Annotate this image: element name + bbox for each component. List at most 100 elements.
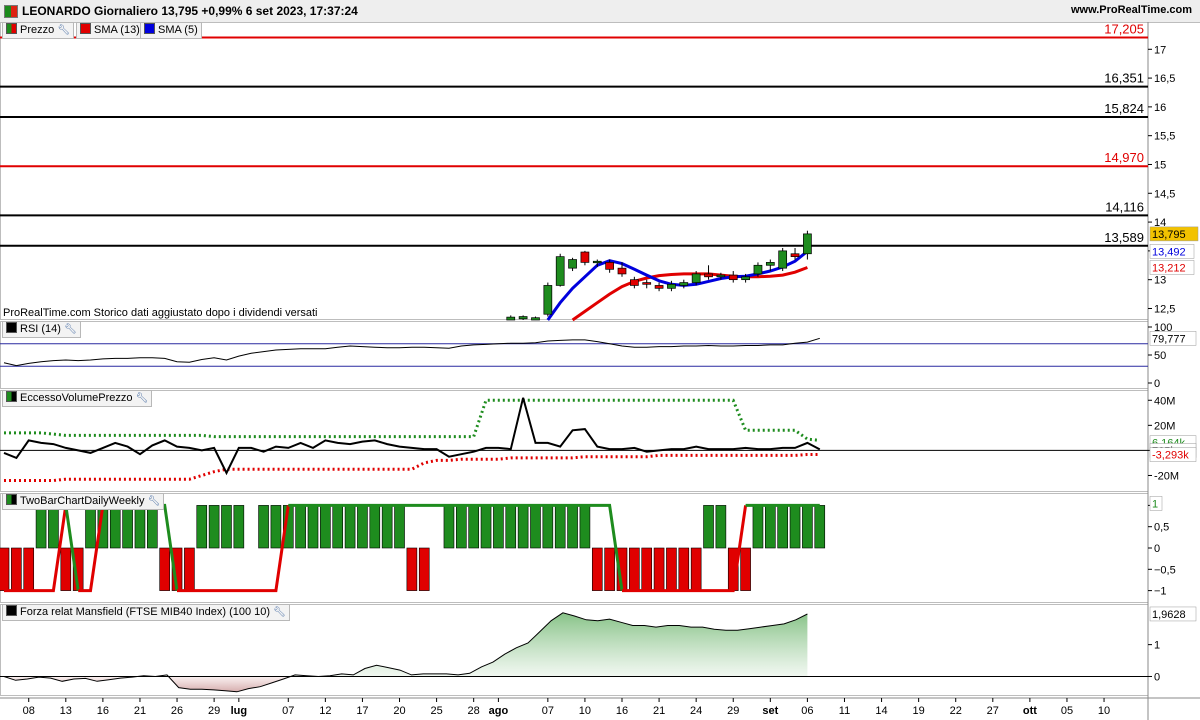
twobar-daily-bar xyxy=(480,505,492,549)
price-tick-label: 12,5 xyxy=(1154,303,1175,315)
sma-last-value: 13,492 xyxy=(1152,246,1186,258)
sma13-swatch-icon xyxy=(80,23,91,34)
twobar-daily-bar xyxy=(443,505,455,549)
volume-tick-label: 40M xyxy=(1154,395,1175,407)
candle-body xyxy=(630,279,639,286)
twobar-daily-bar xyxy=(147,505,158,549)
twobar-daily-bar xyxy=(579,505,591,549)
volume-tick-label: 20M xyxy=(1154,420,1175,432)
twobar-daily-bar xyxy=(468,505,479,549)
time-tick-label: 28 xyxy=(468,705,480,717)
twobar-daily-bar xyxy=(740,547,751,591)
legend-volume-excess[interactable]: EccessoVolumePrezzo 🔧︎ xyxy=(2,390,153,407)
candle-body xyxy=(728,274,738,281)
time-tick-label: 14 xyxy=(875,705,887,717)
twobar-daily-bar xyxy=(320,505,331,549)
candle-body xyxy=(765,262,775,266)
sma5-swatch-icon xyxy=(144,23,155,34)
twobar-daily-bar xyxy=(703,505,714,549)
price-tick-label: 13 xyxy=(1154,275,1166,287)
wrench-icon[interactable]: 🔧︎ xyxy=(64,322,77,337)
candle-body xyxy=(716,274,726,278)
wrench-icon[interactable]: 🔧︎ xyxy=(148,494,161,509)
candle-body xyxy=(592,260,602,264)
twobar-daily-bar xyxy=(159,547,170,591)
twobar-daily-bar xyxy=(666,547,677,591)
sma13-line xyxy=(571,266,808,322)
twobar-daily-bar xyxy=(258,505,269,549)
time-tick-label: 27 xyxy=(987,705,999,717)
candle-body xyxy=(605,262,614,270)
twobar-daily-bar xyxy=(604,547,615,591)
site-link[interactable]: www.ProRealTime.com xyxy=(1071,4,1192,16)
level-label: 16,351 xyxy=(1104,71,1144,86)
time-tick-label: 24 xyxy=(690,705,702,717)
twobar-daily-bar xyxy=(567,505,578,549)
twobar-daily-bar xyxy=(60,547,72,591)
candle-body xyxy=(741,276,750,281)
twobar-daily-bar xyxy=(406,547,418,591)
rsi-tick-label: 0 xyxy=(1154,378,1160,390)
wrench-icon[interactable]: 🔧︎ xyxy=(57,23,70,38)
twobar-daily-bar xyxy=(23,547,35,591)
time-tick-label: 07 xyxy=(542,705,554,717)
panel-frame-price xyxy=(0,22,1149,320)
price-swatch-icon xyxy=(6,23,17,34)
legend-price[interactable]: Prezzo 🔧︎ xyxy=(2,22,74,39)
candle-body xyxy=(617,267,627,275)
candle-body xyxy=(667,283,676,289)
twobar-tick-label: −0,5 xyxy=(1154,564,1176,576)
legend-sma13[interactable]: SMA (13) xyxy=(76,22,144,39)
twobar-daily-bar xyxy=(777,505,788,549)
twobar-daily-bar xyxy=(554,505,566,549)
volume-swatch-icon xyxy=(6,391,17,402)
panel-frame-vol xyxy=(0,390,1149,492)
time-tick-label: ott xyxy=(1023,705,1037,717)
twobar-daily-bar xyxy=(493,505,504,549)
rsi-last-value: 79,777 xyxy=(1152,333,1186,345)
time-tick-label: ago xyxy=(489,705,509,717)
time-tick-label: 10 xyxy=(1098,705,1110,717)
time-tick-label: 10 xyxy=(579,705,591,717)
twobar-daily-bar xyxy=(653,547,665,591)
legend-twobar[interactable]: TwoBarChartDailyWeekly 🔧︎ xyxy=(2,493,165,510)
mansfield-tick-label: 0 xyxy=(1154,671,1160,683)
last-price: 13,795 xyxy=(1152,229,1186,241)
twobar-daily-bar xyxy=(765,505,776,549)
legend-sma5-label: SMA (5) xyxy=(158,24,198,36)
candle-body xyxy=(555,256,565,286)
legend-mansfield-label: Forza relat Mansfield (FTSE MIB40 Index)… xyxy=(20,606,271,618)
time-tick-label: 29 xyxy=(208,705,220,717)
candle-body xyxy=(642,282,652,285)
price-tick-label: 17 xyxy=(1154,44,1166,56)
legend-mansfield[interactable]: Forza relat Mansfield (FTSE MIB40 Index)… xyxy=(2,604,290,621)
legend-volume-label: EccessoVolumePrezzo xyxy=(20,392,133,404)
twobar-daily-bar xyxy=(85,505,96,549)
instrument-icon xyxy=(4,5,18,18)
twobar-daily-bar xyxy=(629,547,640,591)
wrench-icon[interactable]: 🔧︎ xyxy=(273,605,286,620)
legend-rsi[interactable]: RSI (14) 🔧︎ xyxy=(2,321,81,338)
twobar-daily-bar xyxy=(505,505,517,549)
twobar-daily-bar xyxy=(456,505,467,549)
volume-lower-band xyxy=(4,453,820,482)
level-label: 17,205 xyxy=(1104,22,1144,36)
wrench-icon[interactable]: 🔧︎ xyxy=(136,391,149,406)
twobar-daily-bar xyxy=(270,505,282,549)
mansfield-positive-area xyxy=(4,612,808,677)
twobar-daily-bar xyxy=(0,547,10,591)
candle-body xyxy=(506,316,516,321)
legend-sma5[interactable]: SMA (5) xyxy=(140,22,202,39)
time-tick-label: 19 xyxy=(913,705,925,717)
twobar-daily-bar xyxy=(690,547,702,591)
twobar-daily-bar xyxy=(381,505,393,549)
candle-body xyxy=(691,273,701,283)
twobar-daily-bar xyxy=(542,505,554,549)
price-tick-label: 15 xyxy=(1154,159,1166,171)
time-tick-label: 16 xyxy=(97,705,109,717)
candle-body xyxy=(531,317,540,321)
time-tick-label: 25 xyxy=(430,705,442,717)
time-tick-label: 12 xyxy=(319,705,331,717)
twobar-tick-label: 0,5 xyxy=(1154,522,1169,534)
twobar-daily-bar xyxy=(35,505,47,549)
